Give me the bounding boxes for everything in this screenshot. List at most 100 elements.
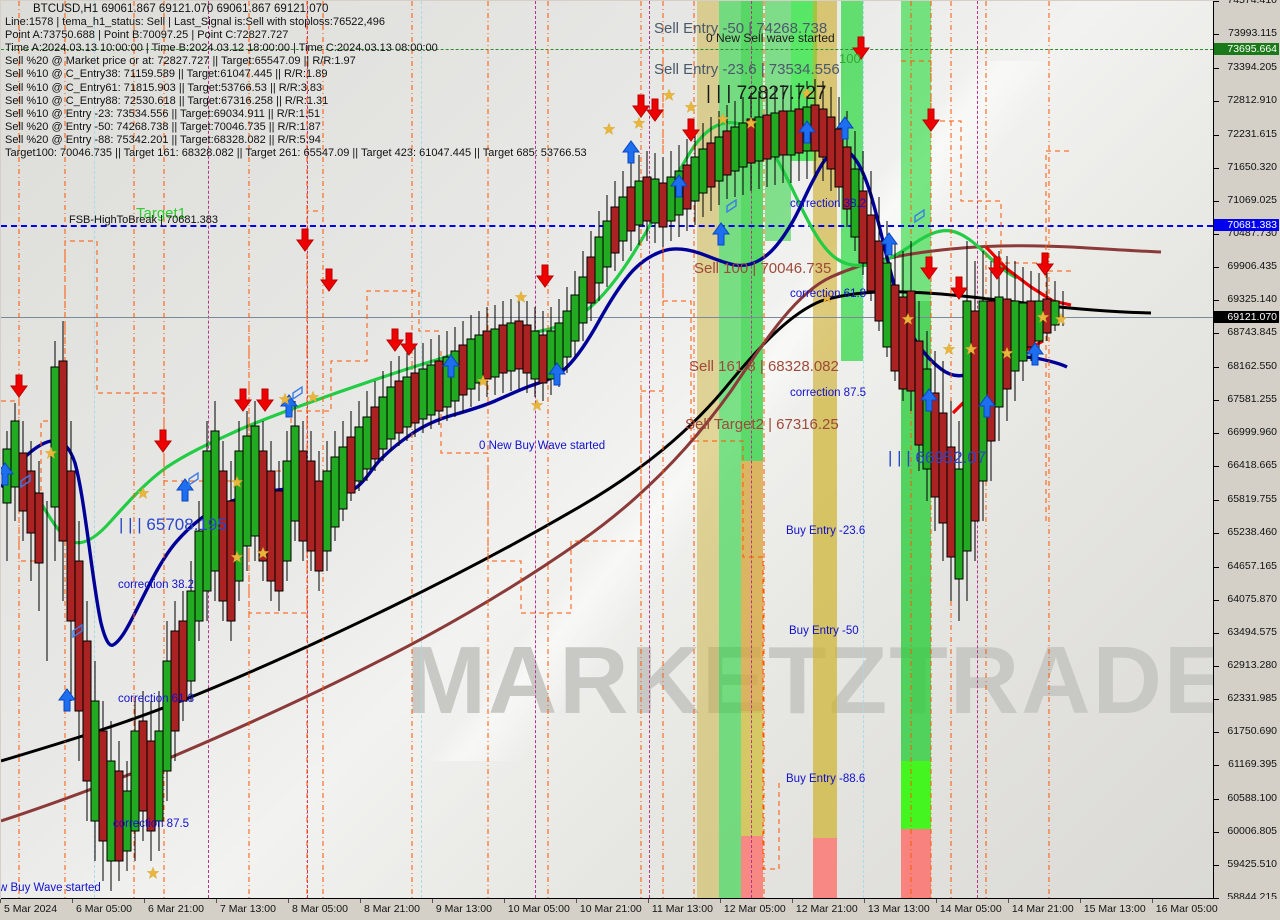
- time-tick-mark: [1007, 899, 1009, 903]
- price-tick-label: 63494.575: [1227, 625, 1277, 638]
- annotation-correction-875-right: correction 87.5: [790, 387, 867, 399]
- time-tick-mark: [935, 899, 937, 903]
- price-tick-label: 74574.410: [1227, 0, 1277, 6]
- price-tick-label: 67581.255: [1227, 392, 1277, 405]
- time-tick-mark: [215, 899, 217, 903]
- time-tick-label: 6 Mar 21:00: [147, 903, 205, 915]
- times-line: Time A:2024.03.13 10:00:00 | Time B:2024…: [5, 42, 438, 55]
- price-tag-70681-383[interactable]: 70681.383: [1214, 219, 1279, 231]
- price-tick-label: 64657.165: [1227, 559, 1277, 572]
- price-tick-label: 60588.100: [1227, 791, 1277, 804]
- time-tick-label: 10 Mar 21:00: [579, 903, 642, 915]
- annotation-new-buy-wave-left: w Buy Wave started: [1, 882, 101, 894]
- time-tick-label: 5 Mar 2024: [4, 903, 58, 915]
- time-tick-label: 8 Mar 21:00: [363, 903, 420, 915]
- annotation-point-c: | | | 72827.727: [706, 83, 827, 104]
- time-tick-label: 16 Mar 05:00: [1155, 903, 1218, 915]
- time-tick-label: 8 Mar 05:00: [291, 903, 348, 915]
- price-tick-label: 73394.205: [1227, 61, 1277, 74]
- time-tick-label: 13 Mar 13:00: [867, 903, 930, 915]
- annotation-new-buy-wave: 0 New Buy Wave started: [479, 440, 606, 452]
- star-marker-icon: [44, 86, 1068, 879]
- annotation-low-level-65708: | | | 65708.195: [119, 515, 227, 534]
- time-tick-mark: [287, 899, 289, 903]
- sell-plan-5: Sell %10 @ Entry -23: 73534.556 || Targe…: [5, 107, 321, 120]
- price-tick-label: 62331.985: [1227, 692, 1277, 705]
- price-tick-label: 61750.690: [1227, 725, 1277, 738]
- annotation-sell-target2: Sell Target2 | 67316.25: [685, 416, 839, 433]
- time-tick-mark: [359, 899, 361, 903]
- time-tick-label: 11 Mar 13:00: [651, 903, 713, 915]
- points-line: Point A:73750.688 | Point B:70097.25 | P…: [5, 29, 289, 42]
- price-tick-label: 73993.115: [1228, 27, 1277, 40]
- annotation-new-sell-wave: 0 New Sell wave started: [706, 31, 835, 45]
- symbol-title: BTCUSD,H1 69061.867 69121.070 69061.867 …: [33, 3, 329, 15]
- price-tick-label: 61169.395: [1228, 758, 1277, 771]
- annotation-correction-382-right: correction 38.2: [790, 198, 867, 210]
- sell-plan-6: Sell %20 @ Entry -50: 74268.738 || Targe…: [5, 120, 321, 133]
- price-tick-label: 64075.870: [1227, 592, 1277, 605]
- time-tick-label: 14 Mar 05:00: [939, 903, 1002, 915]
- time-tick-mark: [503, 899, 505, 903]
- annotation-correction-618-right: correction 61.8: [790, 288, 867, 300]
- targets-line: Target100: 70046.735 || Target 161: 6832…: [5, 147, 587, 160]
- time-tick-mark: [791, 899, 793, 903]
- price-tick-label: 72812.910: [1227, 94, 1277, 107]
- annotation-buy-entry-236: Buy Entry -23.6: [786, 525, 866, 537]
- chart-info-header: BTCUSD,H1 69061.867 69121.070 69061.867 …: [5, 3, 587, 160]
- time-tick-mark: [647, 899, 649, 903]
- time-tick-mark: [1151, 899, 1153, 903]
- time-tick-label: 12 Mar 21:00: [795, 903, 858, 915]
- time-tick-mark: [863, 899, 865, 903]
- time-tick-mark: [575, 899, 577, 903]
- time-tick-mark: [719, 899, 721, 903]
- time-tick-label: 7 Mar 13:00: [219, 903, 276, 915]
- time-tick-label: 12 Mar 05:00: [723, 903, 786, 915]
- annotation-sell-1618: Sell 161.8 | 68328.082: [689, 358, 839, 375]
- price-tick-label: 62913.280: [1227, 658, 1277, 671]
- price-axis[interactable]: 74574.410 73993.115 73394.205 72812.910 7223…: [1214, 0, 1279, 903]
- time-tick-mark: [1079, 899, 1081, 903]
- price-tick-label: 59425.510: [1227, 857, 1277, 870]
- annotation-level-100: 100: [839, 51, 861, 66]
- annotation-sell-100: Sell 100 | 70046.735: [694, 260, 832, 277]
- annotation-fsb-hightobreak: FSB-HighToBreak | 70681.383: [69, 214, 218, 226]
- annotation-low-level-66952: | | | 66952.07: [888, 448, 987, 467]
- price-tag-69121-070[interactable]: 69121.070: [1214, 311, 1279, 323]
- time-tick-label: 15 Mar 13:00: [1083, 903, 1146, 915]
- price-tick-label: 66418.665: [1227, 459, 1277, 472]
- annotation-correction-382-left: correction 38.2: [118, 579, 195, 591]
- annotation-correction-618-left: correction 61.8: [118, 693, 195, 705]
- time-axis[interactable]: 5 Mar 2024 6 Mar 05:00 6 Mar 21:00 7 Mar 13…: [0, 899, 1280, 920]
- price-tick-label: 69325.140: [1227, 293, 1277, 306]
- annotation-buy-entry-886: Buy Entry -88.6: [786, 773, 866, 785]
- time-tick-label: 9 Mar 13:00: [435, 903, 492, 915]
- annotation-sell-entry-236: Sell Entry -23.6 | 73534.556: [654, 61, 840, 78]
- price-tick-label: 71069.025: [1227, 193, 1277, 206]
- time-tick-mark: [0, 899, 1, 903]
- annotation-correction-875-left: correction 87.5: [113, 818, 190, 830]
- status-line: Line:1578 | tema_h1_status: Sell | Last_…: [5, 16, 385, 29]
- price-tick-label: 65819.755: [1227, 493, 1277, 506]
- time-tick-label: 14 Mar 21:00: [1011, 903, 1074, 915]
- sell-plan-3: Sell %10 @ C_Entry61: 71815.903 || Targe…: [5, 81, 323, 94]
- chart-plot-area[interactable]: MARKETZTRADE BTCUSD,H1 69061.867 69121.0…: [1, 1, 1214, 899]
- candlestick-series: [2, 79, 1064, 891]
- time-tick-label: 6 Mar 05:00: [75, 903, 133, 915]
- price-tick-label: 72231.615: [1227, 127, 1277, 140]
- annotation-buy-entry-50: Buy Entry -50: [789, 625, 859, 637]
- price-tick-label: 60006.805: [1227, 824, 1277, 837]
- sell-plan-4: Sell %10 @ C_Entry88: 72530.618 || Targe…: [5, 94, 329, 107]
- price-tick-label: 68743.845: [1227, 326, 1277, 339]
- price-tick-label: 65238.460: [1227, 526, 1277, 539]
- time-tick-mark: [71, 899, 73, 903]
- price-tag-73695-664[interactable]: 73695.664: [1214, 43, 1279, 55]
- time-tick-mark: [143, 899, 145, 903]
- time-tick-label: 10 Mar 05:00: [507, 903, 570, 915]
- price-tick-label: 66999.960: [1227, 425, 1277, 438]
- price-tick-label: 69906.435: [1227, 260, 1277, 273]
- sell-plan-7: Sell %20 @ Entry -88: 75342.201 || Targe…: [5, 133, 321, 146]
- sell-plan-1: Sell %20 @ Market price or at: 72827.727…: [5, 55, 356, 68]
- mt-chart-window[interactable]: MARKETZTRADE BTCUSD,H1 69061.867 69121.0…: [0, 0, 1280, 920]
- price-tick-label: 68162.550: [1227, 359, 1277, 372]
